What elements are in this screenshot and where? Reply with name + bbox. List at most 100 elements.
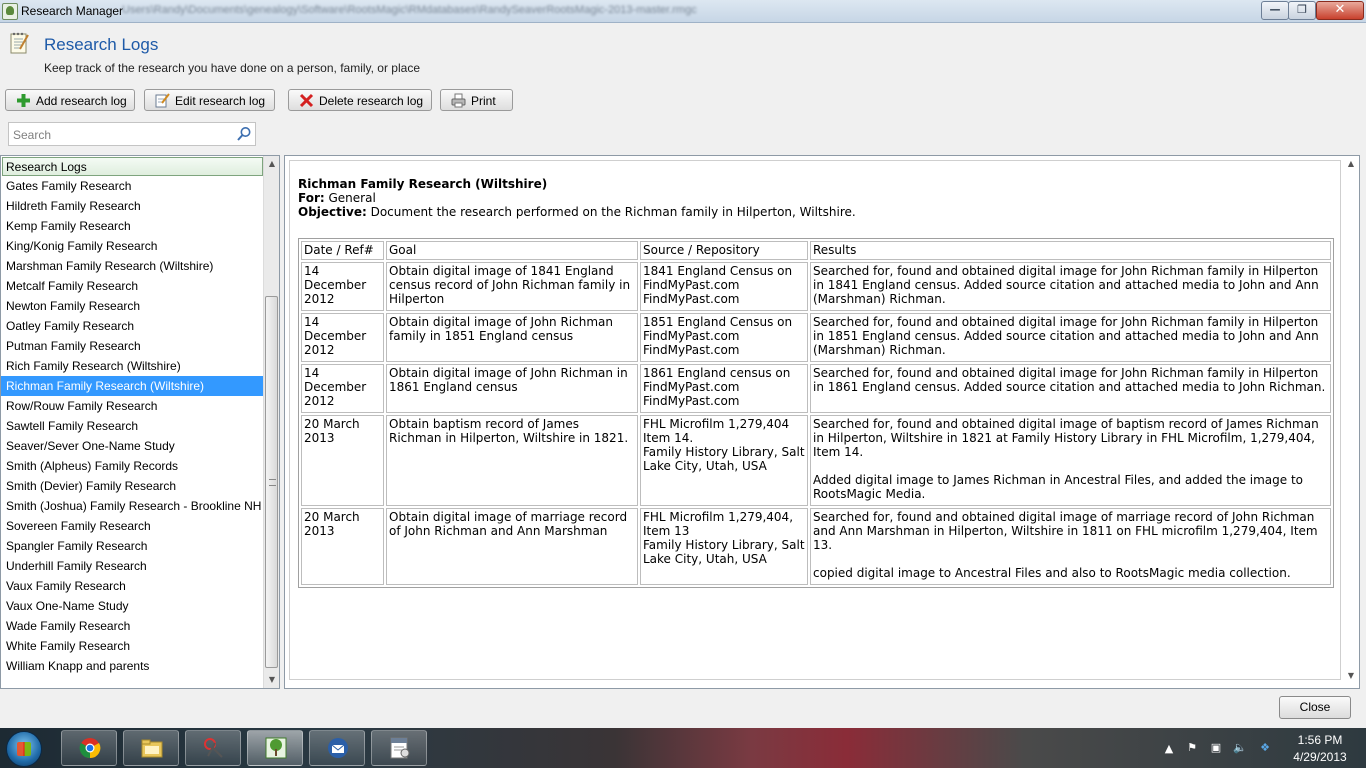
cell-goal: Obtain digital image of John Richman in … — [386, 364, 638, 413]
cell-results: Searched for, found and obtained digital… — [810, 313, 1331, 362]
list-item[interactable]: Vaux One-Name Study — [1, 596, 264, 616]
action-center-flag-icon[interactable]: ⚑ — [1185, 741, 1199, 755]
research-log-detail: Richman Family Research (Wiltshire) For:… — [284, 155, 1360, 689]
list-item[interactable]: Sovereen Family Research — [1, 516, 264, 536]
list-item[interactable]: Oatley Family Research — [1, 316, 264, 336]
cell-goal: Obtain baptism record of James Richman i… — [386, 415, 638, 506]
cell-goal: Obtain digital image of marriage record … — [386, 508, 638, 585]
taskbar-file-explorer[interactable] — [123, 730, 179, 766]
snipping-tool-icon — [204, 738, 223, 758]
detail-scroll-up-icon[interactable]: ▲ — [1343, 156, 1359, 172]
dropbox-icon[interactable]: ❖ — [1258, 741, 1272, 755]
clock-date: 4/29/2013 — [1293, 750, 1347, 764]
for-value: General — [328, 191, 376, 205]
search-icon[interactable] — [236, 126, 252, 142]
list-item[interactable]: Smith (Devier) Family Research — [1, 476, 264, 496]
printer-icon — [451, 93, 466, 108]
maximize-button[interactable]: ❐ — [1288, 1, 1316, 20]
list-item[interactable]: Sawtell Family Research — [1, 416, 264, 436]
results-line: Searched for, found and obtained digital… — [813, 315, 1319, 357]
close-button[interactable]: Close — [1279, 696, 1351, 719]
taskbar-snipping-tool[interactable] — [185, 730, 241, 766]
detail-scrollbar[interactable]: ▲ ▼ — [1343, 156, 1359, 688]
date-line: 20 March — [304, 510, 360, 524]
list-scrollbar[interactable]: ▲ ▼ — [263, 156, 279, 688]
cell-date: 20 March 2013 — [301, 508, 384, 585]
list-item[interactable]: Richman Family Research (Wiltshire) — [1, 376, 264, 396]
taskbar-clock[interactable]: 1:56 PM 4/29/2013 — [1284, 732, 1356, 766]
print-button[interactable]: Print — [440, 89, 513, 111]
volume-icon[interactable]: 🔈 — [1233, 741, 1247, 755]
taskbar-odf-viewer[interactable] — [371, 730, 427, 766]
list-item[interactable]: Marshman Family Research (Wiltshire) — [1, 256, 264, 276]
search-input[interactable] — [11, 125, 235, 145]
minimize-button[interactable]: — — [1261, 1, 1289, 20]
list-item[interactable]: Spangler Family Research — [1, 536, 264, 556]
delete-research-log-button[interactable]: Delete research log — [288, 89, 432, 111]
research-log-table: Date / Ref# Goal Source / Repository Res… — [298, 238, 1334, 588]
cell-source: 1861 England census on FindMyPast.com Find… — [640, 364, 808, 413]
start-button[interactable] — [6, 731, 42, 767]
list-item[interactable]: William Knapp and parents — [1, 656, 264, 676]
source-line: FindMyPast.com — [643, 329, 740, 343]
list-item[interactable]: White Family Research — [1, 636, 264, 656]
column-header-date: Date / Ref# — [301, 241, 384, 260]
network-icon[interactable]: ▣ — [1209, 741, 1223, 755]
list-header[interactable]: Research Logs — [2, 157, 263, 176]
search-box — [8, 122, 256, 146]
log-title: Richman Family Research (Wiltshire) — [298, 177, 548, 191]
scroll-grip-icon — [269, 479, 276, 486]
list-item[interactable]: Row/Rouw Family Research — [1, 396, 264, 416]
taskbar-rootsmagic[interactable] — [247, 730, 303, 766]
list-scroll-thumb[interactable] — [265, 296, 278, 668]
add-research-log-button[interactable]: Add research log — [5, 89, 135, 111]
delete-research-log-label: Delete research log — [319, 94, 424, 108]
maximize-icon: ❐ — [1297, 3, 1307, 16]
list-item[interactable]: Putman Family Research — [1, 336, 264, 356]
results-line: Added digital image to James Richman in … — [813, 473, 1304, 501]
list-item[interactable]: King/Konig Family Research — [1, 236, 264, 256]
list-item[interactable]: Newton Family Research — [1, 296, 264, 316]
list-item[interactable]: Gates Family Research — [1, 176, 264, 196]
source-line: FindMyPast.com — [643, 394, 740, 408]
column-header-source: Source / Repository — [640, 241, 808, 260]
results-line: Searched for, found and obtained digital… — [813, 366, 1326, 394]
source-line: Family History Library, Salt Lake City, … — [643, 445, 805, 473]
source-line: FindMyPast.com — [643, 343, 740, 357]
cell-date: 14 December 2012 — [301, 364, 384, 413]
taskbar-chrome[interactable] — [61, 730, 117, 766]
date-line: 2013 — [304, 524, 335, 538]
list-items: Gates Family Research Hildreth Family Res… — [1, 176, 264, 676]
scroll-up-arrow-icon[interactable]: ▲ — [264, 156, 279, 172]
list-item[interactable]: Seaver/Sever One-Name Study — [1, 436, 264, 456]
list-item[interactable]: Hildreth Family Research — [1, 196, 264, 216]
column-header-goal: Goal — [386, 241, 638, 260]
family-tree-icon — [265, 737, 287, 759]
research-log-list: Research Logs Gates Family Research Hildr… — [0, 155, 280, 689]
cell-date: 14 December 2012 — [301, 262, 384, 311]
scroll-down-arrow-icon[interactable]: ▼ — [264, 672, 279, 688]
window-close-button[interactable]: ✕ — [1316, 1, 1364, 20]
list-item[interactable]: Vaux Family Research — [1, 576, 264, 596]
column-header-results: Results — [810, 241, 1331, 260]
list-item[interactable]: Smith (Joshua) Family Research - Brookli… — [1, 496, 264, 516]
title-bar: Research Manager Users\Randy\Documents\g… — [0, 0, 1366, 23]
list-item[interactable]: Wade Family Research — [1, 616, 264, 636]
page-subtitle: Keep track of the research you have done… — [44, 61, 420, 75]
list-item[interactable]: Kemp Family Research — [1, 216, 264, 236]
taskbar-thunderbird[interactable] — [309, 730, 365, 766]
list-item[interactable]: Metcalf Family Research — [1, 276, 264, 296]
tray-expand-icon[interactable]: ▲ — [1162, 742, 1176, 756]
list-item[interactable]: Rich Family Research (Wiltshire) — [1, 356, 264, 376]
detail-scroll-down-icon[interactable]: ▼ — [1343, 668, 1359, 684]
print-label: Print — [471, 94, 496, 108]
date-line: 20 March — [304, 417, 360, 431]
cell-date: 20 March 2013 — [301, 415, 384, 506]
add-research-log-label: Add research log — [36, 94, 127, 108]
list-item[interactable]: Underhill Family Research — [1, 556, 264, 576]
objective-value: Document the research performed on the R… — [370, 205, 856, 219]
cell-source: 1841 England Census on FindMyPast.com Find… — [640, 262, 808, 311]
list-item[interactable]: Smith (Alpheus) Family Records — [1, 456, 264, 476]
edit-research-log-button[interactable]: Edit research log — [144, 89, 275, 111]
